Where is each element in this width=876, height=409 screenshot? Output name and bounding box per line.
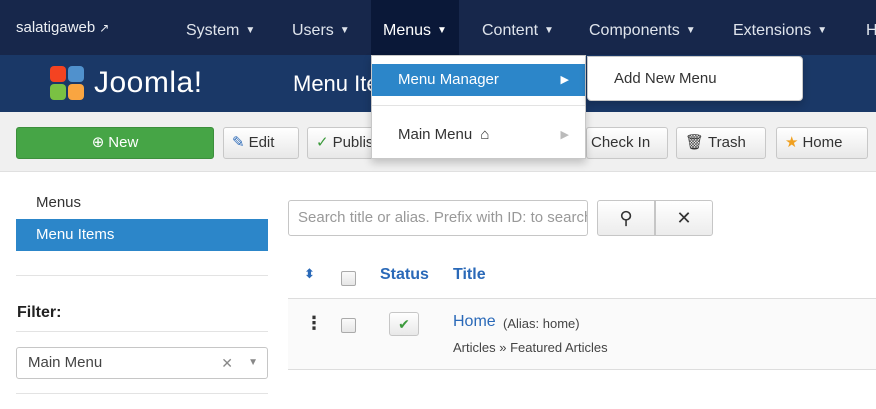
check-icon: ✓ [316,134,329,151]
plus-circle-icon: ⊕ [91,134,105,151]
row-subtitle: Articles » Featured Articles [453,340,608,355]
search-icon: ⚲ [619,208,633,228]
site-brand-link[interactable]: salatigaweb ↗ [16,19,109,36]
trash-button-label: Trash [708,134,746,151]
new-button[interactable]: ⊕ New [16,127,214,159]
sidebar-item-menu-items[interactable]: Menu Items [16,219,268,251]
clear-search-button[interactable]: ✕ [655,200,713,236]
row-checkbox[interactable] [341,318,356,333]
table-row [288,298,876,370]
trash-icon: 🗑 [685,134,705,151]
page-title: Menu Items [293,71,373,96]
nav-menus[interactable]: Menus ▼ [371,0,459,55]
caret-down-icon: ▼ [685,25,696,36]
nav-system[interactable]: System ▼ [174,0,267,55]
row-alias: (Alias: home) [503,316,580,331]
caret-down-icon: ▼ [544,25,554,36]
column-title[interactable]: Title [453,266,486,284]
caret-right-icon: ▶ [560,74,569,86]
close-icon: ✕ [676,208,692,228]
clear-icon[interactable]: ✕ [221,348,233,378]
nav-menus-label: Menus [383,22,432,39]
published-toggle[interactable]: ✔ [389,312,419,336]
joomla-logo-text: Joomla! [94,66,203,99]
edit-button-label: Edit [248,134,275,151]
menu-manager-label: Menu Manager [398,71,499,88]
row-title-link[interactable]: Home [453,313,496,331]
caret-down-icon: ▼ [245,25,256,36]
new-button-label: New [108,134,139,151]
nav-components-label: Components [589,22,680,39]
nav-system-label: System [186,22,240,39]
home-button-label: Home [802,134,843,151]
joomla-logo-icon [48,64,88,104]
chevron-down-icon[interactable]: ▼ [248,348,258,378]
nav-users[interactable]: Users ▼ [280,0,362,55]
star-icon: ★ [785,134,799,151]
dropdown-divider [372,105,585,106]
caret-down-icon: ▼ [339,25,350,36]
search-input[interactable]: Search title or alias. Prefix with ID: t… [288,200,588,236]
nav-content-label: Content [482,22,539,39]
caret-right-icon: ▶ [560,129,569,141]
filter-label: Filter: [17,304,62,321]
nav-help-label: H [866,22,876,39]
joomla-logo: Joomla! [48,62,248,106]
ordering-sort-icon[interactable]: ⬍ [304,266,315,282]
edit-button[interactable]: ✎ Edit [223,127,299,159]
drag-handle-icon[interactable]: ⋮ [305,313,323,334]
nav-users-label: Users [292,22,334,39]
edit-icon: ✎ [232,134,245,151]
nav-extensions-label: Extensions [733,22,812,39]
column-status[interactable]: Status [380,266,429,284]
trash-button[interactable]: 🗑 Trash [676,127,766,159]
caret-down-icon: ▼ [437,25,447,36]
check-icon: ✔ [398,316,410,332]
nav-extensions[interactable]: Extensions ▼ [721,0,839,55]
external-link-icon: ↗ [99,21,110,35]
nav-content[interactable]: Content ▼ [470,0,566,55]
sidebar-divider [16,275,268,276]
filter-divider [16,331,268,332]
site-brand-label: salatigaweb [16,19,96,36]
menu-manager-submenu: Add New Menu [587,56,803,101]
filter-bottom-divider [16,393,268,394]
checkin-button-label: Check In [591,134,651,151]
menu-filter-select[interactable]: Main Menu ✕ ▼ [16,347,268,379]
menus-dropdown: Menu Manager ▶ Main Menu ⌂ ▶ [371,55,586,159]
menu-item-main-menu[interactable]: Main Menu ⌂ ▶ [372,119,585,151]
menu-item-add-new-menu[interactable]: Add New Menu [588,63,801,95]
menu-item-menu-manager[interactable]: Menu Manager ▶ [372,64,585,96]
caret-down-icon: ▼ [817,25,828,36]
home-button[interactable]: ★ Home [776,127,868,159]
nav-help[interactable]: H [854,0,876,55]
main-menu-label: Main Menu [398,126,473,143]
checkin-button[interactable]: Check In [586,127,668,159]
nav-components[interactable]: Components ▼ [577,0,708,55]
sidebar-item-menus[interactable]: Menus [16,187,268,219]
search-button[interactable]: ⚲ [597,200,655,236]
home-icon: ⌂ [480,126,490,143]
menu-filter-value: Main Menu [28,354,103,371]
select-all-checkbox[interactable] [341,271,356,286]
